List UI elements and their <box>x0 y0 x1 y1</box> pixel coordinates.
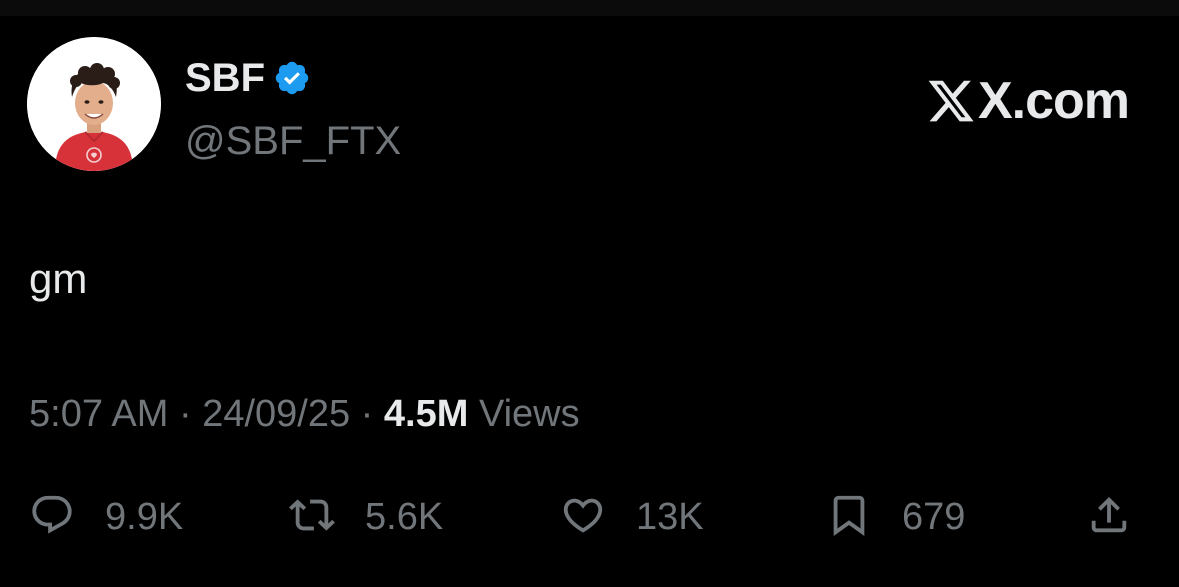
verified-badge-icon[interactable] <box>273 59 311 97</box>
author-handle[interactable]: @SBF_FTX <box>185 119 401 164</box>
share-button[interactable] <box>1086 491 1132 543</box>
bookmark-button[interactable]: 679 <box>826 491 965 543</box>
reply-count: 9.9K <box>105 495 184 538</box>
bookmark-icon <box>826 492 872 543</box>
action-bar: 9.9K 5.6K 13K 679 <box>0 491 1179 543</box>
views-label: Views <box>468 393 580 435</box>
meta-separator: · <box>350 393 384 435</box>
tweet-time[interactable]: 5:07 AM <box>29 393 168 435</box>
author-name-row: SBF <box>185 54 311 102</box>
tweet-text: gm <box>29 255 88 302</box>
repost-button[interactable]: 5.6K <box>289 491 443 543</box>
display-name[interactable]: SBF <box>185 56 265 101</box>
views-count[interactable]: 4.5M <box>384 393 468 435</box>
tweet-card: SBF @SBF_FTX X.com gm 5:07 AM · 24/09/25… <box>0 16 1179 587</box>
heart-icon <box>560 492 606 543</box>
tweet-meta: 5:07 AM · 24/09/25 · 4.5M Views <box>29 393 580 436</box>
share-icon <box>1086 492 1132 543</box>
top-strip <box>0 0 1179 16</box>
brand-watermark: X.com <box>926 71 1130 131</box>
like-count: 13K <box>636 495 704 538</box>
x-logo-icon <box>926 76 976 126</box>
brand-text: X.com <box>977 72 1130 130</box>
tweet-date[interactable]: 24/09/25 <box>202 393 350 435</box>
like-button[interactable]: 13K <box>560 491 704 543</box>
reply-button[interactable]: 9.9K <box>29 491 183 543</box>
avatar[interactable] <box>27 37 161 171</box>
repost-icon <box>289 492 335 543</box>
avatar-illustration <box>27 37 161 171</box>
reply-icon <box>29 492 75 543</box>
bookmark-count: 679 <box>902 495 966 538</box>
meta-separator: · <box>168 393 203 435</box>
repost-count: 5.6K <box>365 495 444 538</box>
